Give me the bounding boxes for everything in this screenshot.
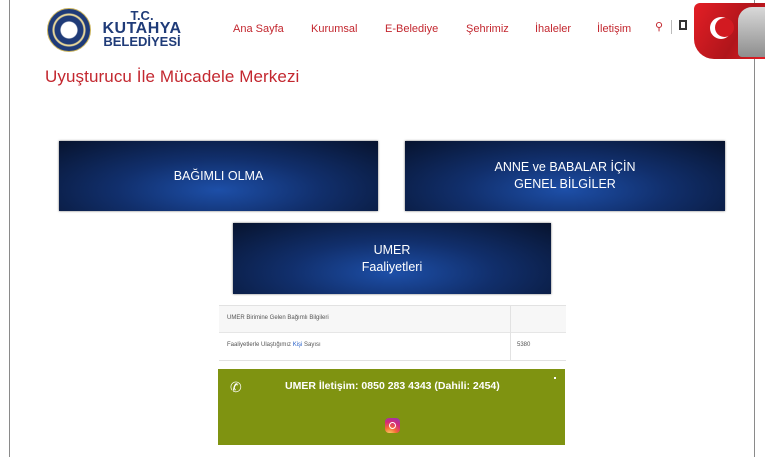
municipality-logo-text[interactable]: T.C. KUTAHYA BELEDİYESİ bbox=[97, 9, 187, 49]
search-icon[interactable]: ⚲ bbox=[655, 20, 663, 33]
tile-label-line1: ANNE ve BABALAR İÇİN bbox=[494, 160, 636, 174]
dot-icon bbox=[554, 377, 556, 379]
label-text: Sayısı bbox=[302, 342, 321, 348]
tile-label-line1: UMER bbox=[373, 242, 411, 257]
table-cell-label: Faaliyetlerle Ulaştığımız Kişi Sayısı bbox=[227, 342, 321, 348]
contact-text: UMER İletişim: 0850 283 4343 (Dahili: 24… bbox=[285, 380, 500, 392]
nav-item-ihaleler[interactable]: İhaleler bbox=[535, 23, 571, 35]
contact-box: ✆ UMER İletişim: 0850 283 4343 (Dahili: … bbox=[218, 369, 565, 445]
tile-label-line2: GENEL BİLGİLER bbox=[514, 177, 616, 191]
nav-item-kurumsal[interactable]: Kurumsal bbox=[311, 23, 357, 35]
label-link[interactable]: Kişi bbox=[293, 342, 303, 348]
table-divider bbox=[510, 306, 511, 360]
umer-info-table: UMER Birimine Gelen Bağımlı Bilgileri Fa… bbox=[219, 305, 566, 361]
tile-label: BAĞIMLI OLMA bbox=[173, 168, 264, 183]
table-cell-label: UMER Birimine Gelen Bağımlı Bilgileri bbox=[227, 315, 329, 321]
tile-bagimli-olma[interactable]: BAĞIMLI OLMA bbox=[59, 141, 378, 211]
portrait-image bbox=[738, 7, 765, 57]
nav-item-ana-sayfa[interactable]: Ana Sayfa bbox=[233, 23, 284, 35]
nav-item-iletisim[interactable]: İletişim bbox=[597, 23, 631, 35]
label-text: Faaliyetlerle Ulaştığımız bbox=[227, 342, 293, 348]
square-icon[interactable] bbox=[679, 20, 687, 30]
nav-item-sehrimiz[interactable]: Şehrimiz bbox=[466, 23, 509, 35]
table-row: Faaliyetlerle Ulaştığımız Kişi Sayısı 53… bbox=[219, 333, 566, 359]
tile-label-line2: Faaliyetleri bbox=[361, 259, 423, 274]
instagram-icon[interactable] bbox=[385, 418, 400, 433]
table-row: UMER Birimine Gelen Bağımlı Bilgileri bbox=[219, 306, 566, 333]
nav-item-e-belediye[interactable]: E-Belediye bbox=[385, 23, 438, 35]
tile-anne-babalar[interactable]: ANNE ve BABALAR İÇİN GENEL BİLGİLER bbox=[405, 141, 725, 211]
logo-line-belediye: BELEDİYESİ bbox=[103, 34, 181, 49]
site-header: T.C. KUTAHYA BELEDİYESİ Ana Sayfa Kurums… bbox=[0, 0, 765, 62]
page-title: Uyuşturucu İle Mücadele Merkezi bbox=[45, 67, 300, 86]
table-cell-value: 5380 bbox=[517, 342, 531, 348]
tile-umer-faaliyetleri[interactable]: UMER Faaliyetleri bbox=[233, 223, 551, 294]
municipality-seal-logo[interactable] bbox=[47, 8, 91, 52]
turkish-flag-banner bbox=[694, 3, 765, 59]
phone-icon: ✆ bbox=[230, 379, 242, 395]
nav-divider bbox=[671, 20, 672, 34]
